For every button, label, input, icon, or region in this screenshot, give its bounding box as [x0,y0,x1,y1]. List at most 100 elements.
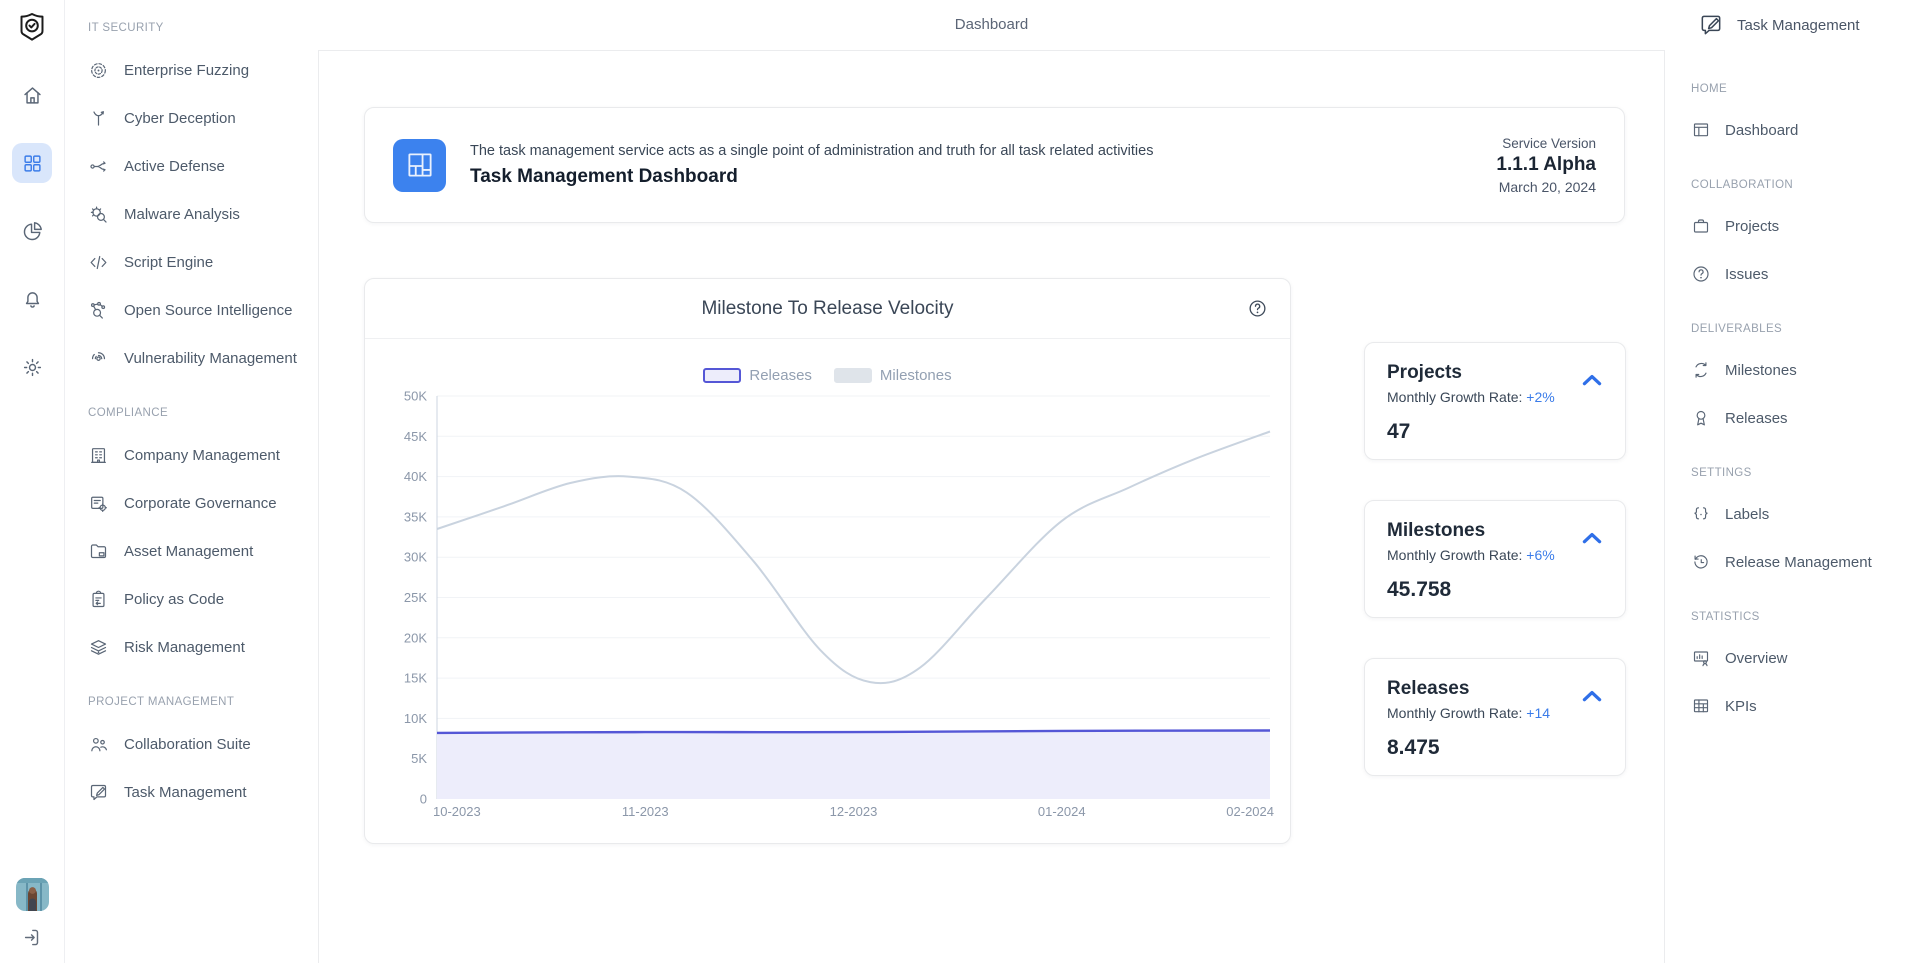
sidebar-item-label: Script Engine [124,254,213,271]
table-icon [1691,696,1711,716]
y-tick-label: 10K [404,711,427,726]
rsidebar-item-label: Milestones [1725,362,1797,379]
rsidebar-item-kpis[interactable]: KPIs [1691,682,1920,730]
left-sidebar: IT SECURITY Enterprise Fuzzing Cyber Decep… [65,0,318,963]
layout-icon [393,139,446,192]
rsidebar-item-label: Releases [1725,410,1788,427]
stat-card-growth-value: +2% [1526,389,1554,405]
chevron-up-icon[interactable] [1579,367,1605,393]
rsidebar-item-dashboard[interactable]: Dashboard [1691,106,1920,154]
logout-icon[interactable] [21,926,44,949]
legend-item-releases[interactable]: Releases [703,367,812,384]
rsidebar-item-label: Dashboard [1725,122,1798,139]
stat-card-value: 47 [1387,420,1603,444]
sidebar-item-malware-analysis[interactable]: Malware Analysis [88,190,318,238]
banner-description: The task management service acts as a si… [470,143,1153,159]
rail-item-home[interactable] [12,75,52,115]
sidebar-item-active-defense[interactable]: Active Defense [88,142,318,190]
braces-icon [1691,504,1711,524]
rsidebar-item-labels[interactable]: Labels [1691,490,1920,538]
rsidebar-item-label: Labels [1725,506,1769,523]
rsidebar-item-label: Projects [1725,218,1779,235]
rsidebar-item-issues[interactable]: Issues [1691,250,1920,298]
chevron-up-icon[interactable] [1579,525,1605,551]
rsidebar-item-projects[interactable]: Projects [1691,202,1920,250]
rail-item-notifications[interactable] [12,279,52,319]
sidebar-section-it-security: IT SECURITY [88,21,318,35]
logout-icon [21,926,44,949]
sidebar-item-label: Risk Management [124,639,245,656]
chevron-up-icon[interactable] [1579,683,1605,709]
sidebar-item-cyber-deception[interactable]: Cyber Deception [88,94,318,142]
x-tick-label: 11-2023 [622,804,669,819]
sidebar-item-corporate-governance[interactable]: Corporate Governance [88,479,318,527]
x-tick-label: 01-2024 [1038,804,1086,819]
rsidebar-item-releases[interactable]: Releases [1691,394,1920,442]
rsidebar-section-collaboration: COLLABORATION [1691,178,1920,192]
sidebar-item-task-management[interactable]: Task Management [88,768,318,816]
rail-item-settings[interactable] [12,347,52,387]
sidebar-item-policy-as-code[interactable]: Policy as Code [88,575,318,623]
help-circle-icon [1691,264,1711,284]
sidebar-item-script-engine[interactable]: Script Engine [88,238,318,286]
rsidebar-item-release-management[interactable]: Release Management [1691,538,1920,586]
service-version-value: 1.1.1 Alpha [1496,154,1596,176]
stat-card-title: Milestones [1387,520,1603,542]
legend-label: Releases [749,367,812,384]
building-icon [88,445,109,466]
pie-chart-icon [21,220,44,243]
y-tick-label: 30K [404,550,427,565]
sidebar-item-risk-management[interactable]: Risk Management [88,623,318,671]
stat-card-releases: ReleasesMonthly Growth Rate: +148.475 [1364,658,1626,776]
sidebar-item-label: Open Source Intelligence [124,302,292,319]
y-tick-label: 20K [404,630,427,645]
service-version-label: Service Version [1496,136,1596,151]
user-avatar[interactable] [16,878,49,911]
help-circle-icon[interactable] [1247,298,1268,319]
rsidebar-item-label: Overview [1725,650,1788,667]
folder-icon [88,541,109,562]
app-root: IT SECURITY Enterprise Fuzzing Cyber Decep… [0,0,1920,963]
banner-card: The task management service acts as a si… [364,107,1625,223]
sidebar-item-open-source-intelligence[interactable]: Open Source Intelligence [88,286,318,334]
rsidebar-item-milestones[interactable]: Milestones [1691,346,1920,394]
rsidebar-item-overview[interactable]: Overview [1691,634,1920,682]
people-icon [88,734,109,755]
sidebar-item-collaboration-suite[interactable]: Collaboration Suite [88,720,318,768]
rsidebar-item-label: KPIs [1725,698,1757,715]
page-title: Dashboard [318,0,1665,50]
releases-area [437,731,1270,800]
legend-item-milestones[interactable]: Milestones [834,367,952,384]
rail-item-apps[interactable] [12,143,52,183]
y-tick-label: 45K [404,429,427,444]
rsidebar-section-home: HOME [1691,82,1920,96]
bell-icon [21,288,44,311]
sidebar-item-label: Active Defense [124,158,225,175]
service-version-date: March 20, 2024 [1496,179,1596,195]
avatar-photo [16,878,49,911]
layers-icon [88,637,109,658]
code-icon [88,252,109,273]
sidebar-item-enterprise-fuzzing[interactable]: Enterprise Fuzzing [88,46,318,94]
presentation-icon [1691,648,1711,668]
sidebar-item-vulnerability-management[interactable]: Vulnerability Management [88,334,318,382]
window-layout-icon [1691,120,1711,140]
legend-swatch [834,368,872,383]
sidebar-item-label: Enterprise Fuzzing [124,62,249,79]
list-gear-icon [88,493,109,514]
stat-card-projects: ProjectsMonthly Growth Rate: +2%47 [1364,342,1626,460]
rsidebar-item-label: Release Management [1725,554,1872,571]
sidebar-section-project-management: PROJECT MANAGEMENT [88,695,318,709]
refresh-icon [1691,360,1711,380]
rsidebar-item-label: Issues [1725,266,1768,283]
sidebar-item-company-management[interactable]: Company Management [88,431,318,479]
sidebar-item-asset-management[interactable]: Asset Management [88,527,318,575]
rail-item-analytics[interactable] [12,211,52,251]
stat-card-title: Releases [1387,678,1603,700]
fingerprint-icon [88,348,109,369]
clipboard-icon [88,589,109,610]
y-tick-label: 40K [404,469,427,484]
y-tick-label: 35K [404,509,427,524]
stat-card-growth: Monthly Growth Rate: +6% [1387,547,1603,563]
flow-arrows-icon [88,156,109,177]
